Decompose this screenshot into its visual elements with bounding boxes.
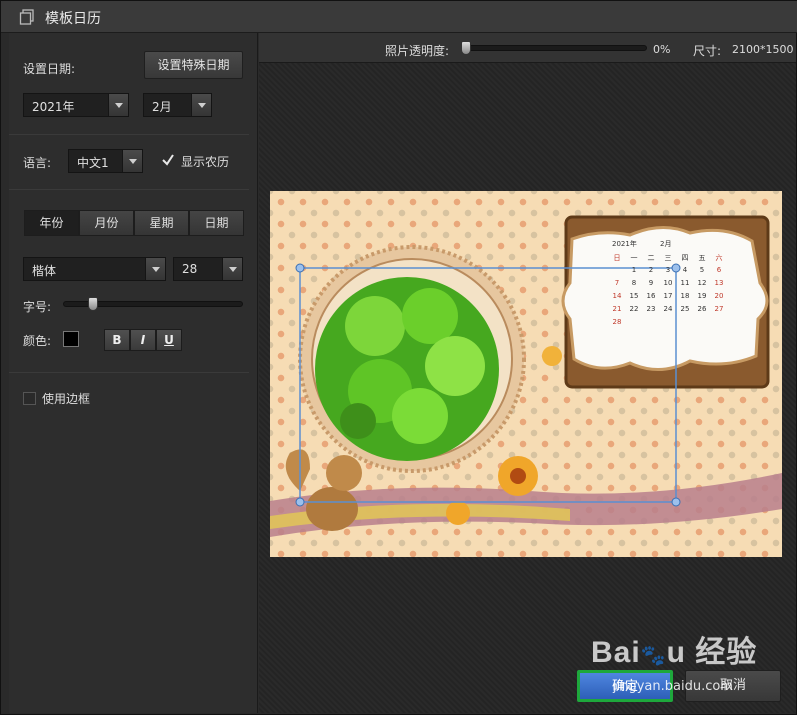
chevron-down-icon[interactable]: [222, 258, 242, 280]
use-border-checkbox[interactable]: [23, 392, 36, 405]
calendar-day: 17: [663, 292, 673, 300]
opacity-value: 0%: [653, 43, 671, 56]
dimensions-label: 尺寸:: [693, 44, 722, 58]
size-label: 字号:: [23, 300, 52, 314]
font-size-value: 28: [182, 262, 198, 276]
divider: [9, 134, 249, 135]
calendar-day: 22: [629, 305, 639, 313]
preview-toolbar: 照片透明度: 0% 尺寸: 2100*1500: [259, 33, 796, 63]
calendar-day: 16: [646, 292, 656, 300]
special-date-button[interactable]: 设置特殊日期: [144, 51, 243, 79]
chevron-down-icon[interactable]: [145, 258, 165, 280]
watermark-logo: Bai🐾u 经验: [591, 636, 758, 669]
italic-button[interactable]: I: [130, 329, 156, 351]
tab-date[interactable]: 日期: [189, 210, 244, 236]
color-swatch[interactable]: [63, 331, 79, 347]
set-date-label: 设置日期:: [23, 62, 76, 76]
opacity-slider-thumb[interactable]: [461, 41, 471, 55]
calendar-day: 1: [631, 266, 637, 274]
title-bar: 模板日历: [1, 1, 797, 33]
calendar-day: 8: [631, 279, 637, 287]
style-tabs: 年份 月份 星期 日期: [24, 210, 244, 236]
calendar-day: 18: [680, 292, 690, 300]
divider: [9, 372, 249, 373]
year-value: 2021年: [32, 100, 75, 114]
language-select[interactable]: 中文1: [68, 149, 143, 173]
underline-button[interactable]: U: [156, 329, 182, 351]
calendar-weekday: 一: [630, 254, 638, 262]
template-artwork: [270, 215, 782, 537]
size-slider-thumb[interactable]: [88, 297, 98, 311]
calendar-day: 20: [714, 292, 724, 300]
chevron-down-icon[interactable]: [122, 150, 142, 172]
window-title: 模板日历: [45, 11, 101, 27]
calendar-day: 3: [665, 266, 671, 274]
calendar-template-canvas[interactable]: 2021年 2月 日一二三四五六 1 2 3 4 5 6 7 8 9 10 11 12 13 14 15 16 1…: [270, 191, 782, 557]
calendar-weekday: 日: [613, 254, 621, 262]
chevron-down-icon[interactable]: [191, 94, 211, 116]
bold-button[interactable]: B: [104, 329, 130, 351]
tab-year[interactable]: 年份: [24, 210, 79, 236]
font-size-select[interactable]: 28: [173, 257, 243, 281]
show-lunar-label: 显示农历: [181, 155, 230, 169]
calendar-weekday: 三: [664, 254, 672, 262]
calendar-weekday: 四: [681, 254, 689, 262]
calendar-day: 23: [646, 305, 656, 313]
template-calendar-window: 模板日历 设置日期: 设置特殊日期 2021年 2月 语言: 中文1 显示农历 …: [0, 0, 797, 715]
calendar-year: 2021年: [612, 240, 637, 248]
font-select[interactable]: 楷体: [23, 257, 166, 281]
calendar-app-icon: [19, 9, 34, 25]
calendar-day: 7: [614, 279, 620, 287]
language-label: 语言:: [23, 156, 52, 170]
calendar-weekday: 六: [715, 254, 723, 262]
month-value: 2月: [152, 100, 172, 114]
watermark-url: jingyan.baidu.com: [613, 679, 733, 694]
calendar-day: 12: [697, 279, 707, 287]
calendar-day: 4: [682, 266, 688, 274]
calendar-day: 26: [697, 305, 707, 313]
checkmark-icon[interactable]: [161, 153, 175, 167]
use-border-label: 使用边框: [42, 392, 91, 406]
calendar-day: 10: [663, 279, 673, 287]
calendar-day: 11: [680, 279, 690, 287]
calendar-day: 19: [697, 292, 707, 300]
opacity-slider-track[interactable]: [461, 45, 647, 51]
settings-panel: 设置日期: 设置特殊日期 2021年 2月 语言: 中文1 显示农历 年份 月份…: [9, 33, 258, 713]
language-value: 中文1: [77, 156, 109, 170]
calendar-day: 6: [716, 266, 722, 274]
tab-weekday[interactable]: 星期: [134, 210, 189, 236]
calendar-day: 2: [648, 266, 654, 274]
calendar-day: 15: [629, 292, 639, 300]
calendar-month: 2月: [660, 240, 672, 248]
chevron-down-icon[interactable]: [108, 94, 128, 116]
font-value: 楷体: [32, 264, 57, 278]
calendar-day: 25: [680, 305, 690, 313]
divider: [9, 189, 249, 190]
calendar-day: 13: [714, 279, 724, 287]
tab-month[interactable]: 月份: [79, 210, 134, 236]
opacity-label: 照片透明度:: [385, 44, 450, 58]
dimensions-value: 2100*1500: [732, 43, 794, 56]
calendar-day: 9: [648, 279, 654, 287]
calendar-day: 21: [612, 305, 622, 313]
calendar-day: 5: [699, 266, 705, 274]
calendar-day: 27: [714, 305, 724, 313]
calendar-day: 28: [612, 318, 622, 326]
calendar-day: 14: [612, 292, 622, 300]
color-label: 颜色:: [23, 334, 52, 348]
year-select[interactable]: 2021年: [23, 93, 129, 117]
month-select[interactable]: 2月: [143, 93, 212, 117]
calendar-day: 24: [663, 305, 673, 313]
calendar-weekday: 二: [647, 254, 655, 262]
calendar-weekday: 五: [698, 254, 706, 262]
